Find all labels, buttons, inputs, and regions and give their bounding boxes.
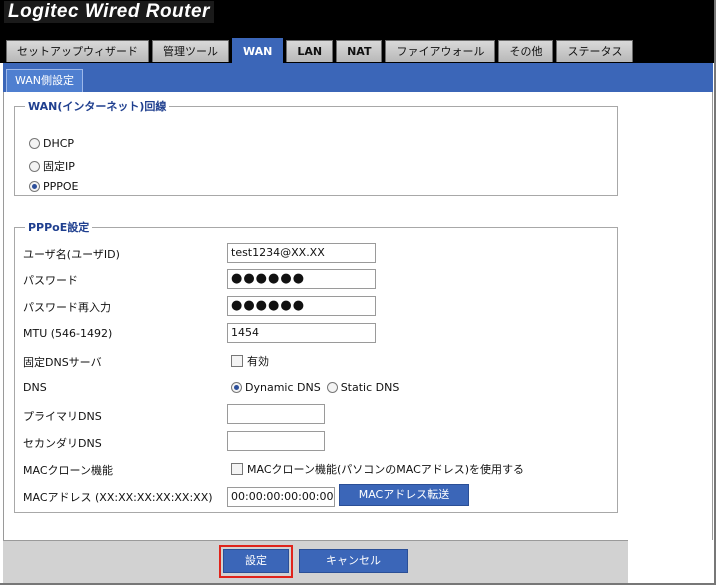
fixed-dns-checkbox[interactable] — [231, 355, 243, 367]
mac-address-input[interactable]: 00:00:00:00:00:00 — [227, 487, 335, 507]
password-confirm-label: パスワード再入力 — [23, 301, 111, 314]
radio-dhcp[interactable]: DHCP — [29, 137, 74, 150]
radio-dynamic-dns[interactable] — [231, 382, 242, 393]
mtu-label: MTU (546-1492) — [23, 327, 113, 340]
radio-pppoe-button[interactable] — [29, 181, 40, 192]
radio-static-ip-label: 固定IP — [43, 160, 75, 173]
top-header: Logitec Wired Router セットアップウィザード 管理ツール W… — [0, 0, 716, 63]
radio-static-ip[interactable]: 固定IP — [29, 158, 75, 174]
fixed-dns-option[interactable]: 有効 — [231, 353, 269, 369]
secondary-dns-input[interactable] — [227, 431, 325, 451]
fixed-dns-label: 固定DNSサーバ — [23, 356, 102, 369]
radio-pppoe[interactable]: PPPOE — [29, 180, 79, 193]
wan-line-legend: WAN(インターネット)回線 — [28, 100, 167, 113]
username-label: ユーザ名(ユーザID) — [23, 248, 120, 261]
tab-admin-tools[interactable]: 管理ツール — [152, 40, 229, 62]
cancel-button[interactable]: キャンセル — [299, 549, 408, 573]
mac-address-label: MACアドレス (XX:XX:XX:XX:XX:XX) — [23, 491, 213, 504]
app-logo: Logitec Wired Router — [4, 1, 214, 23]
password-label: パスワード — [23, 274, 78, 287]
settings-panel: WAN(インターネット)回線 DHCP 固定IP PPPOE PPPoE設定 ユ… — [3, 92, 713, 540]
fixed-dns-checkbox-label: 有効 — [247, 355, 269, 368]
mac-address-transfer-button[interactable]: MACアドレス転送 — [339, 484, 469, 506]
footer-blank-area — [628, 540, 713, 583]
tab-setup-wizard[interactable]: セットアップウィザード — [6, 40, 149, 62]
subtab-wan-settings[interactable]: WAN側設定 — [6, 69, 84, 92]
mac-clone-label: MACクローン機能 — [23, 464, 113, 477]
password-input[interactable]: ●●●●●● — [227, 269, 376, 289]
radio-dhcp-label: DHCP — [43, 137, 75, 150]
main-tab-bar: セットアップウィザード 管理ツール WAN LAN NAT ファイアウォール そ… — [6, 38, 636, 63]
radio-pppoe-label: PPPOE — [43, 180, 79, 193]
footer-bar: 設定 キャンセル — [3, 540, 628, 584]
mac-clone-checkbox-label: MACクローン機能(パソコンのMACアドレス)を使用する — [247, 463, 525, 476]
save-button[interactable]: 設定 — [223, 549, 289, 573]
radio-static-ip-button[interactable] — [29, 160, 40, 172]
tab-status[interactable]: ステータス — [556, 40, 634, 62]
tab-other[interactable]: その他 — [498, 40, 554, 62]
tab-lan[interactable]: LAN — [286, 40, 334, 62]
mtu-input[interactable]: 1454 — [227, 323, 376, 343]
username-input[interactable]: test1234@XX.XX — [227, 243, 376, 263]
radio-static-dns[interactable] — [326, 382, 338, 393]
pppoe-legend: PPPoE設定 — [28, 221, 90, 234]
dns-label: DNS — [23, 381, 47, 394]
password-confirm-input[interactable]: ●●●●●● — [227, 296, 376, 316]
tab-wan[interactable]: WAN — [232, 38, 284, 63]
pppoe-settings-group: PPPoE設定 ユーザ名(ユーザID) test1234@XX.XX パスワード… — [14, 219, 618, 513]
mac-clone-checkbox[interactable] — [231, 463, 243, 475]
dns-options: Dynamic DNS Static DNS — [231, 381, 399, 394]
tab-nat[interactable]: NAT — [336, 40, 383, 62]
mac-clone-option[interactable]: MACクローン機能(パソコンのMACアドレス)を使用する — [231, 461, 524, 477]
primary-dns-label: プライマリDNS — [23, 410, 102, 423]
secondary-dns-label: セカンダリDNS — [23, 437, 102, 450]
radio-dynamic-dns-label: Dynamic DNS — [245, 381, 321, 394]
radio-dhcp-button[interactable] — [29, 138, 40, 149]
wan-line-group: WAN(インターネット)回線 DHCP 固定IP PPPOE — [14, 98, 618, 196]
tab-firewall[interactable]: ファイアウォール — [385, 40, 496, 62]
radio-static-dns-label: Static DNS — [340, 381, 400, 394]
primary-dns-input[interactable] — [227, 404, 325, 424]
sub-tab-bar: WAN側設定 — [3, 63, 713, 92]
